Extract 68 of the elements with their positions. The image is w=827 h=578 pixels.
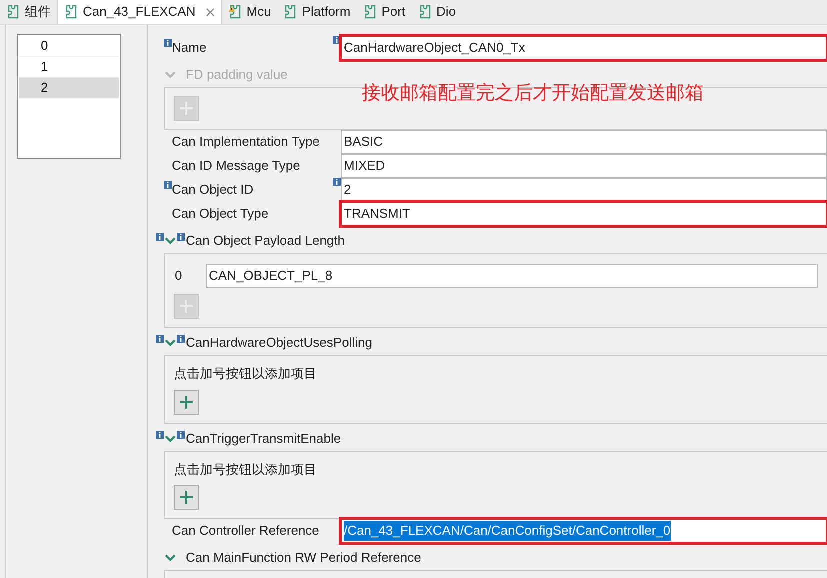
info-icon: [177, 430, 185, 438]
tab-label: Mcu: [246, 3, 272, 22]
text-field[interactable]: 2: [341, 178, 827, 202]
add-button[interactable]: [174, 390, 199, 414]
puzzle-warning-icon: [228, 4, 243, 20]
section-title: CanHardwareObjectUsesPolling: [186, 334, 372, 352]
editor-tab[interactable]: Mcu: [222, 0, 278, 24]
section-title: Can MainFunction RW Period Reference: [186, 549, 422, 568]
text-field[interactable]: CanHardwareObject_CAN0_Tx: [341, 36, 827, 60]
text-field[interactable]: BASIC: [341, 130, 827, 154]
field-value: BASIC: [344, 133, 384, 152]
text-field[interactable]: TRANSMIT: [341, 202, 827, 226]
tab-label: Can_43_FLEXCAN: [83, 3, 196, 22]
field-label: Can Implementation Type: [172, 133, 320, 152]
field-label: Can Object Type: [172, 205, 269, 224]
close-icon[interactable]: [206, 8, 215, 16]
puzzle-icon: [64, 4, 79, 20]
info-icon: [177, 335, 185, 343]
info-icon: [156, 335, 164, 343]
tab-label: 组件: [25, 3, 51, 22]
text-field[interactable]: CAN_OBJECT_PL_8: [206, 264, 818, 288]
text-field[interactable]: /Can_43_FLEXCAN/Can/CanConfigSet/CanController_0: [341, 519, 827, 543]
tab-label: Port: [382, 3, 406, 22]
field-value: /Can_43_FLEXCAN/Can/CanConfigSet/CanController_0: [344, 521, 671, 541]
field-label: Can ID Message Type: [172, 157, 300, 176]
field-value: MIXED: [344, 157, 386, 176]
info-icon: [156, 430, 164, 438]
entry-index: 0: [174, 267, 184, 286]
puzzle-icon: [418, 4, 433, 20]
plus-icon: [179, 490, 194, 505]
info-icon: [164, 39, 172, 48]
list-item[interactable]: 2: [19, 78, 119, 99]
section-title: FD padding value: [186, 66, 288, 84]
puzzle-icon: [362, 4, 378, 20]
hint-text: 点击加号按钮以添加项目: [174, 460, 318, 478]
chevron-down-icon[interactable]: [165, 434, 176, 442]
add-button[interactable]: [174, 485, 199, 510]
editor-tab[interactable]: Can_43_FLEXCAN: [57, 0, 222, 24]
chevron-down-icon[interactable]: [165, 237, 176, 245]
field-label: Can Object ID: [172, 181, 254, 200]
editor-tab[interactable]: Port: [356, 0, 412, 24]
puzzle-icon: [6, 4, 21, 20]
field-value: 2: [344, 181, 352, 200]
field-value: TRANSMIT: [344, 205, 410, 224]
section-title: Can Object Payload Length: [186, 232, 345, 250]
plus-icon: [179, 101, 194, 116]
info-icon: [156, 233, 164, 241]
editor-tab[interactable]: Platform: [277, 0, 357, 24]
field-label: Can Controller Reference: [172, 522, 320, 540]
section-title: CanTriggerTransmitEnable: [186, 430, 342, 448]
chevron-down-icon[interactable]: [165, 339, 176, 347]
tab-label: Platform: [302, 3, 351, 22]
hint-text: 点击加号按钮以添加项目: [174, 365, 318, 383]
plus-icon: [179, 394, 194, 410]
info-icon: [164, 181, 172, 190]
plus-icon: [179, 299, 194, 314]
field-value: CanHardwareObject_CAN0_Tx: [344, 39, 526, 58]
annotation-text: 接收邮箱配置完之后才开始配置发送邮箱: [362, 82, 704, 106]
text-field[interactable]: MIXED: [341, 154, 827, 178]
editor-tab[interactable]: Dio: [412, 0, 462, 24]
tab-label: Dio: [436, 3, 456, 22]
info-icon: [333, 178, 341, 186]
info-icon: [177, 233, 185, 241]
puzzle-icon: [283, 4, 298, 20]
editor-tab[interactable]: 组件: [0, 0, 57, 24]
field-label: Name: [172, 39, 207, 58]
chevron-down-icon[interactable]: [165, 554, 176, 562]
field-value: CAN_OBJECT_PL_8: [209, 267, 333, 286]
